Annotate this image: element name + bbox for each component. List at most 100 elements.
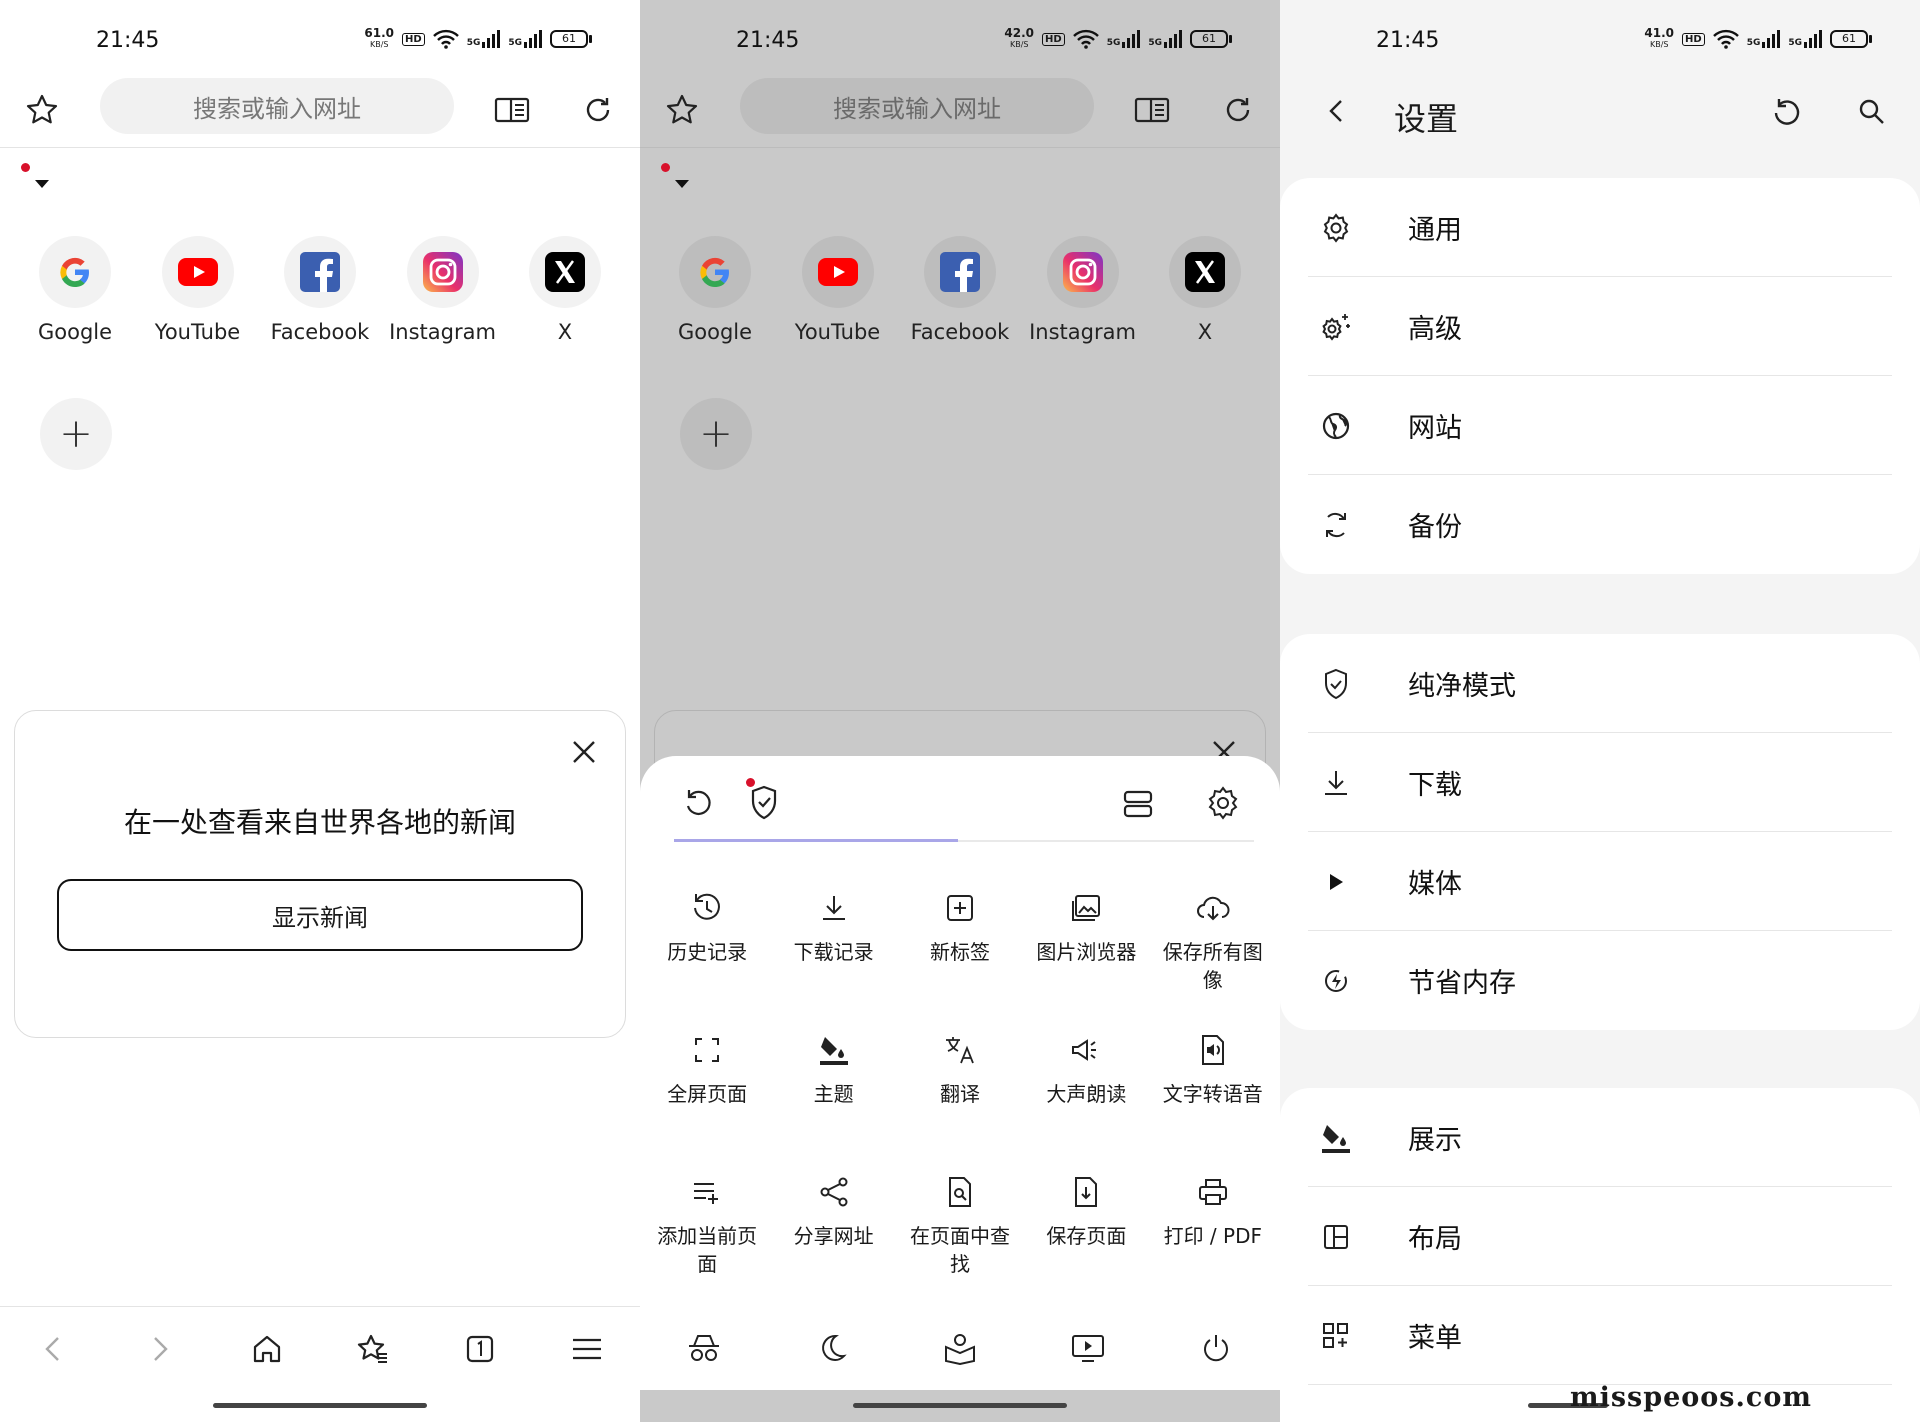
shortcut-x[interactable]: X (504, 236, 626, 344)
close-icon[interactable] (569, 737, 599, 767)
home-indicator[interactable] (853, 1403, 1067, 1408)
gear-icon (1316, 208, 1356, 248)
net-speed: 41.0 KB/S (1644, 26, 1675, 49)
settings-row-general[interactable]: 通用 (1280, 178, 1920, 277)
menu-tab-indicator (674, 839, 1254, 842)
news-card: 在一处查看来自世界各地的新闻 显示新闻 (14, 710, 626, 1038)
night-mode-icon[interactable] (802, 1318, 862, 1378)
settings-header: 设置 (1280, 72, 1920, 152)
menu-item-translate[interactable]: 翻译 (897, 1030, 1023, 1138)
bottom-navigation (0, 1306, 640, 1390)
shortcut-x[interactable]: X (1144, 236, 1266, 344)
back-arrow-icon[interactable] (1322, 96, 1352, 126)
menu-item-print-pdf[interactable]: 打印 / PDF (1150, 1172, 1276, 1280)
signal-icon: 5G (1747, 30, 1781, 48)
menu-item-find-in-page[interactable]: 在页面中查找 (897, 1172, 1023, 1280)
menu-grid: 历史记录 下载记录 新标签 图片浏览器 保存所有图像 全屏页面 主题 翻译 大声… (644, 888, 1276, 1280)
settings-row-display[interactable]: 展示 (1280, 1088, 1920, 1187)
search-input[interactable]: 搜索或输入网址 (740, 78, 1094, 134)
reader-mode-icon[interactable] (490, 88, 534, 132)
add-to-list-icon (687, 1172, 727, 1212)
menu-icon[interactable] (557, 1319, 617, 1379)
settings-row-advanced[interactable]: 高级 (1280, 277, 1920, 376)
add-shortcut-button[interactable]: + (40, 398, 112, 470)
google-icon (700, 257, 729, 287)
new-tab-icon (940, 888, 980, 928)
shortcut-youtube[interactable]: YouTube (137, 236, 259, 344)
globe-icon (1316, 406, 1356, 446)
menu-item-theme[interactable]: 主题 (770, 1030, 896, 1138)
chevron-down-icon[interactable] (35, 180, 49, 188)
settings-row-backup[interactable]: 备份 (1280, 475, 1920, 574)
settings-group-2: 纯净模式 下载 媒体 节省内存 (1280, 634, 1920, 1030)
shortcut-youtube[interactable]: YouTube (777, 236, 899, 344)
browser-menu-sheet: 历史记录 下载记录 新标签 图片浏览器 保存所有图像 全屏页面 主题 翻译 大声… (640, 756, 1280, 1306)
menu-item-share-url[interactable]: 分享网址 (770, 1172, 896, 1280)
reload-icon[interactable] (1216, 88, 1260, 132)
settings-row-clean-mode[interactable]: 纯净模式 (1280, 634, 1920, 733)
settings-row-menu[interactable]: 菜单 (1280, 1286, 1920, 1385)
incognito-icon[interactable] (674, 1318, 734, 1378)
menu-item-history[interactable]: 历史记录 (644, 888, 770, 996)
menu-grid-icon (1316, 1316, 1356, 1356)
gear-icon[interactable] (1204, 784, 1242, 822)
download-icon (1316, 763, 1356, 803)
net-speed: 61.0 KB/S (364, 26, 395, 49)
signal-icon: 5G (1788, 30, 1822, 48)
shortcut-facebook[interactable]: Facebook (259, 236, 381, 344)
back-icon[interactable] (23, 1319, 83, 1379)
shortcut-facebook[interactable]: Facebook (899, 236, 1021, 344)
menu-item-save-all-images[interactable]: 保存所有图像 (1150, 888, 1276, 996)
menu-item-downloads[interactable]: 下载记录 (770, 888, 896, 996)
bookmarks-icon[interactable] (343, 1319, 403, 1379)
menu-item-image-browser[interactable]: 图片浏览器 (1023, 888, 1149, 996)
speed-dial: Google YouTube Facebook Instagram X (14, 236, 626, 344)
reload-icon[interactable] (576, 88, 620, 132)
shortcut-instagram[interactable]: Instagram (382, 236, 504, 344)
shield-icon[interactable] (748, 784, 780, 822)
news-title: 在一处查看来自世界各地的新闻 (123, 806, 516, 839)
chevron-down-icon[interactable] (675, 180, 689, 188)
net-speed: 42.0 KB/S (1004, 26, 1035, 49)
settings-row-download[interactable]: 下载 (1280, 733, 1920, 832)
menu-item-add-current-page[interactable]: 添加当前页面 (644, 1172, 770, 1280)
reader-mode-icon[interactable] (1130, 88, 1174, 132)
reset-icon[interactable] (1770, 96, 1804, 130)
settings-row-websites[interactable]: 网站 (1280, 376, 1920, 475)
add-shortcut-button[interactable]: + (680, 398, 752, 470)
settings-row-memory-saver[interactable]: 节省内存 (1280, 931, 1920, 1030)
memory-saver-icon (1316, 961, 1356, 1001)
menu-item-text-to-speech[interactable]: 文字转语音 (1150, 1030, 1276, 1138)
megaphone-icon (1066, 1030, 1106, 1070)
menu-item-save-page[interactable]: 保存页面 (1023, 1172, 1149, 1280)
power-icon[interactable] (1186, 1318, 1246, 1378)
shortcut-google[interactable]: Google (654, 236, 776, 344)
menu-item-fullscreen[interactable]: 全屏页面 (644, 1030, 770, 1138)
menu-item-read-aloud[interactable]: 大声朗读 (1023, 1030, 1149, 1138)
search-input[interactable]: 搜索或输入网址 (100, 78, 454, 134)
reading-list-icon[interactable] (930, 1318, 990, 1378)
notification-dot (661, 163, 670, 172)
cast-screen-icon[interactable] (1058, 1318, 1118, 1378)
home-icon[interactable] (237, 1319, 297, 1379)
find-in-page-icon (940, 1172, 980, 1212)
cloud-save-icon (1193, 888, 1233, 928)
search-icon[interactable] (1856, 96, 1888, 128)
forward-icon[interactable] (130, 1319, 190, 1379)
settings-row-media[interactable]: 媒体 (1280, 832, 1920, 931)
rotate-icon[interactable] (680, 786, 716, 822)
google-icon (60, 257, 89, 287)
bookmark-star-icon[interactable] (20, 88, 64, 132)
layout-toggle-icon[interactable] (1120, 786, 1156, 822)
settings-row-layout[interactable]: 布局 (1280, 1187, 1920, 1286)
status-time: 21:45 (1376, 28, 1440, 53)
bookmark-star-icon[interactable] (660, 88, 704, 132)
shortcut-google[interactable]: Google (14, 236, 136, 344)
text-to-speech-icon (1193, 1030, 1233, 1070)
home-indicator[interactable] (213, 1403, 427, 1408)
tabs-icon[interactable] (450, 1319, 510, 1379)
show-news-button[interactable]: 显示新闻 (57, 879, 583, 951)
menu-item-new-tab[interactable]: 新标签 (897, 888, 1023, 996)
shortcut-instagram[interactable]: Instagram (1022, 236, 1144, 344)
history-icon (687, 888, 727, 928)
